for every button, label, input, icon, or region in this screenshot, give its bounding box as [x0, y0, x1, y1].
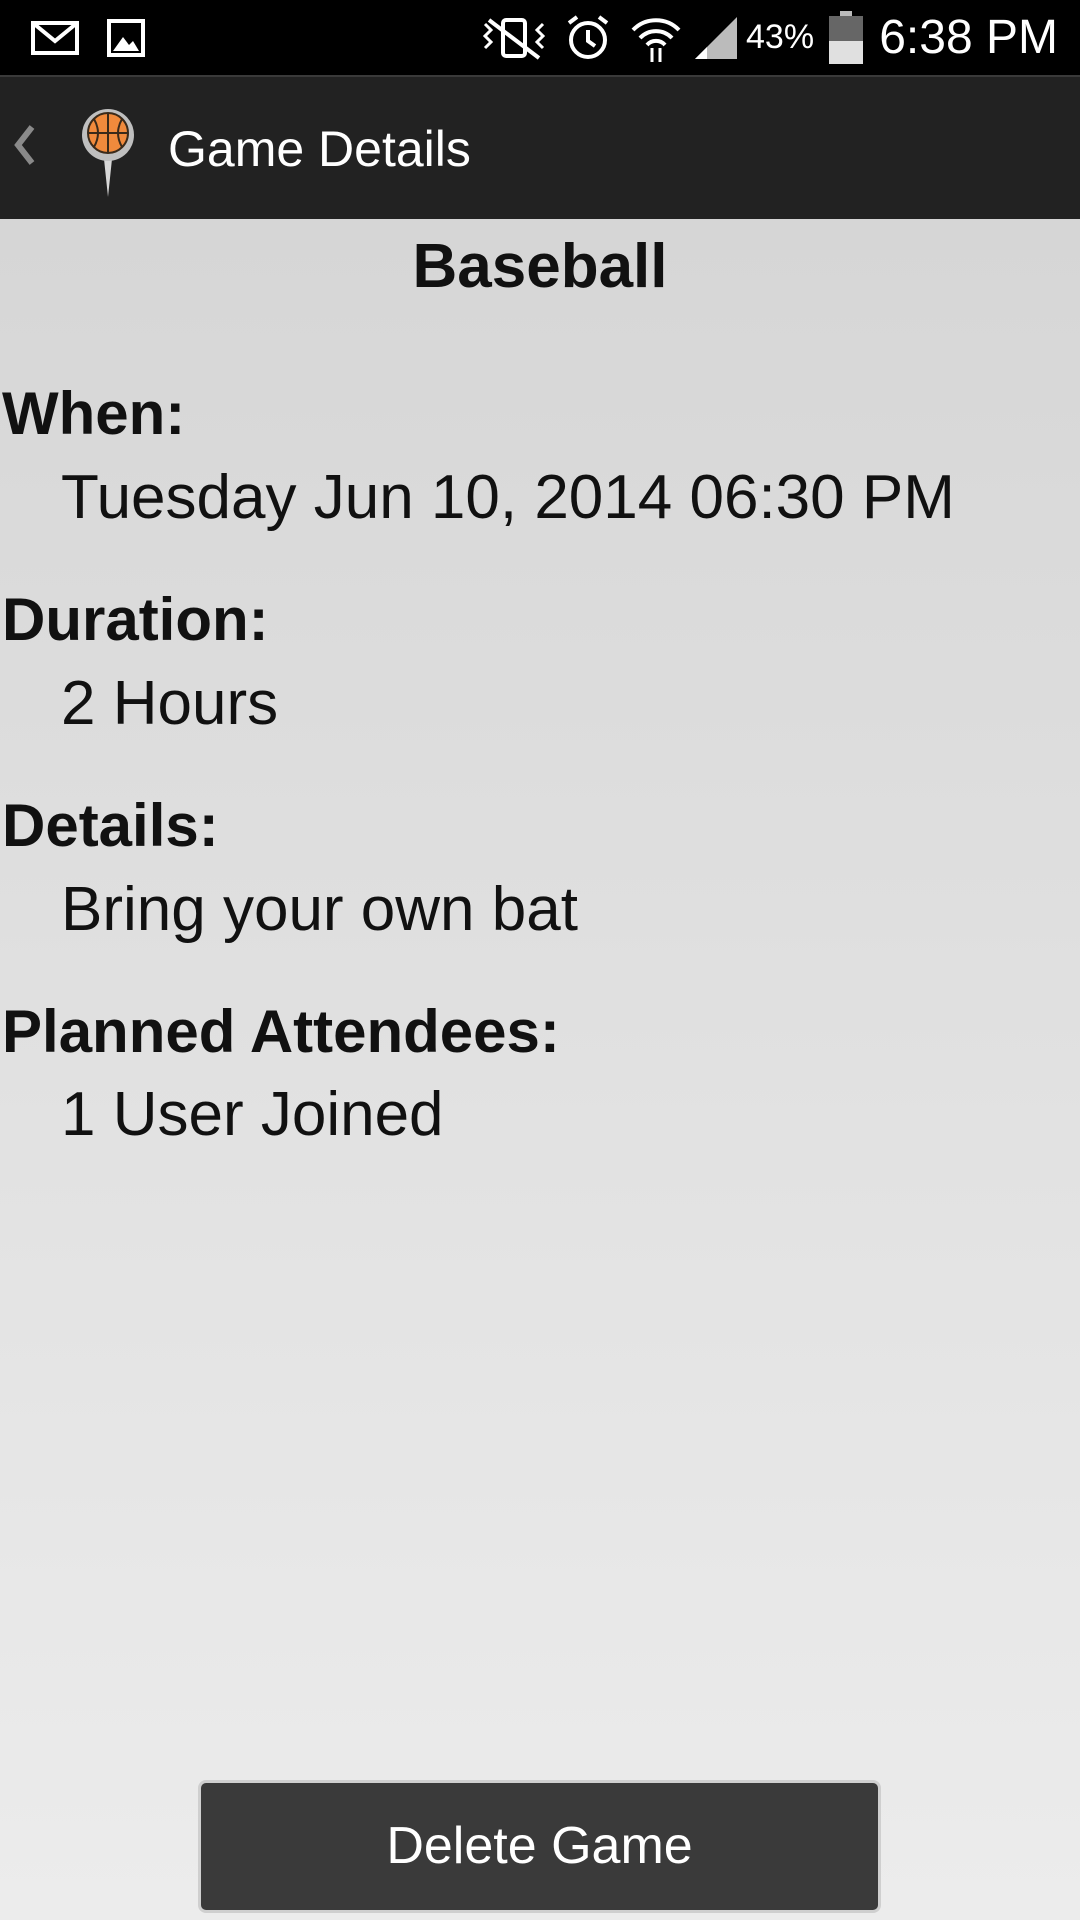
mail-icon: [30, 0, 80, 75]
when-label: When:: [2, 380, 186, 447]
delete-game-button[interactable]: Delete Game: [198, 1780, 881, 1913]
wifi-icon: [628, 0, 684, 75]
action-bar: Game Details: [0, 75, 1080, 219]
planned-attendees-label: Planned Attendees:: [2, 998, 560, 1065]
battery-percent: 43%: [746, 18, 815, 56]
basketball-pin-icon[interactable]: [80, 107, 136, 199]
duration-label: Duration:: [2, 586, 269, 653]
image-icon: [106, 0, 146, 75]
details-label: Details:: [2, 792, 219, 859]
action-bar-title: Game Details: [168, 121, 471, 177]
game-title: Baseball: [412, 232, 668, 301]
when-value: Tuesday Jun 10, 2014 06:30 PM: [61, 463, 955, 532]
details-value: Bring your own bat: [61, 875, 578, 944]
duration-value: 2 Hours: [61, 669, 279, 738]
signal-icon: [690, 0, 740, 75]
up-caret-icon[interactable]: [10, 115, 38, 175]
battery-icon: [826, 0, 866, 75]
planned-attendees-value: 1 User Joined: [61, 1080, 444, 1149]
status-bar: 43% 6:38 PM: [0, 0, 1080, 75]
game-details-content: Baseball When: Tuesday Jun 10, 2014 06:3…: [0, 219, 1080, 1920]
clock: 6:38 PM: [879, 11, 1058, 64]
vibrate-icon: [478, 0, 550, 75]
alarm-icon: [562, 0, 614, 75]
